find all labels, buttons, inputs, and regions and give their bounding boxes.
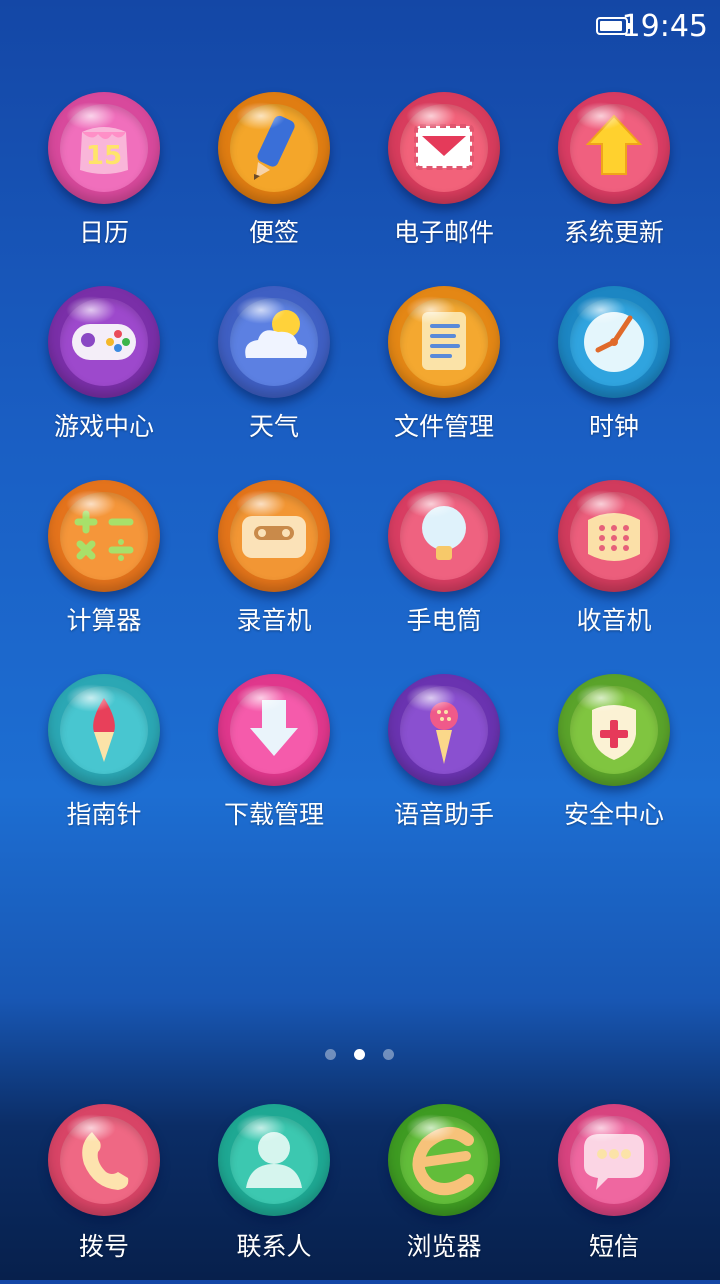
app-label: 电子邮件	[393, 218, 494, 247]
app-label: 游戏中心	[53, 412, 154, 441]
person-icon[interactable]	[218, 1104, 330, 1216]
app-label: 天气	[248, 412, 299, 441]
app-notes[interactable]: 便签	[189, 92, 359, 272]
app-downloads[interactable]: 下载管理	[189, 674, 359, 854]
app-calculator[interactable]: 计算器	[19, 480, 189, 660]
compass-icon[interactable]	[48, 674, 160, 786]
app-label: 收音机	[576, 606, 652, 635]
app-label: 联系人	[236, 1232, 312, 1261]
app-label: 系统更新	[563, 218, 664, 247]
calculator-icon[interactable]	[48, 480, 160, 592]
status-bar: 19:45	[0, 0, 720, 56]
app-recorder[interactable]: 录音机	[189, 480, 359, 660]
document-icon[interactable]	[388, 286, 500, 398]
browser-e-icon[interactable]	[388, 1104, 500, 1216]
clock-icon[interactable]	[558, 286, 670, 398]
gamepad-icon[interactable]	[48, 286, 160, 398]
app-label: 便签	[248, 218, 299, 247]
app-browser[interactable]: 浏览器	[359, 1104, 529, 1284]
app-label: 计算器	[66, 606, 142, 635]
microphone-icon[interactable]	[388, 674, 500, 786]
page-indicator	[0, 1049, 720, 1063]
app-label: 拨号	[78, 1232, 129, 1261]
lightbulb-icon[interactable]	[388, 480, 500, 592]
app-flashlight[interactable]: 手电筒	[359, 480, 529, 660]
calendar-icon[interactable]: 15	[48, 92, 160, 204]
chat-bubble-icon[interactable]	[558, 1104, 670, 1216]
app-label: 短信	[588, 1232, 639, 1261]
app-dialer[interactable]: 拨号	[19, 1104, 189, 1284]
app-label: 文件管理	[393, 412, 494, 441]
app-label: 指南针	[66, 800, 142, 829]
app-assistant[interactable]: 语音助手	[359, 674, 529, 854]
app-weather[interactable]: 天气	[189, 286, 359, 466]
status-time: 19:45	[621, 9, 708, 44]
app-label: 语音助手	[393, 800, 494, 829]
page-dot[interactable]	[325, 1049, 336, 1060]
page-dot[interactable]	[383, 1049, 394, 1060]
app-messages[interactable]: 短信	[529, 1104, 699, 1284]
app-label: 下载管理	[223, 800, 324, 829]
app-label: 时钟	[588, 412, 639, 441]
envelope-icon[interactable]	[388, 92, 500, 204]
app-label: 手电筒	[406, 606, 482, 635]
download-arrow-icon[interactable]	[218, 674, 330, 786]
cloud-sun-icon[interactable]	[218, 286, 330, 398]
radio-icon[interactable]	[558, 480, 670, 592]
app-label: 录音机	[236, 606, 312, 635]
app-label: 安全中心	[563, 800, 664, 829]
up-arrow-icon[interactable]	[558, 92, 670, 204]
app-label: 浏览器	[406, 1232, 482, 1261]
pencil-icon[interactable]	[218, 92, 330, 204]
app-compass[interactable]: 指南针	[19, 674, 189, 854]
phone-icon[interactable]	[48, 1104, 160, 1216]
shield-icon[interactable]	[558, 674, 670, 786]
page-dot[interactable]	[354, 1049, 365, 1060]
app-radio[interactable]: 收音机	[529, 480, 699, 660]
app-label: 日历	[78, 218, 129, 247]
app-files[interactable]: 文件管理	[359, 286, 529, 466]
app-games[interactable]: 游戏中心	[19, 286, 189, 466]
app-email[interactable]: 电子邮件	[359, 92, 529, 272]
app-security[interactable]: 安全中心	[529, 674, 699, 854]
cassette-icon[interactable]	[218, 480, 330, 592]
app-clock[interactable]: 时钟	[529, 286, 699, 466]
app-contacts[interactable]: 联系人	[189, 1104, 359, 1284]
app-calendar[interactable]: 15 日历	[19, 92, 189, 272]
app-update[interactable]: 系统更新	[529, 92, 699, 272]
calendar-date: 15	[86, 141, 122, 171]
